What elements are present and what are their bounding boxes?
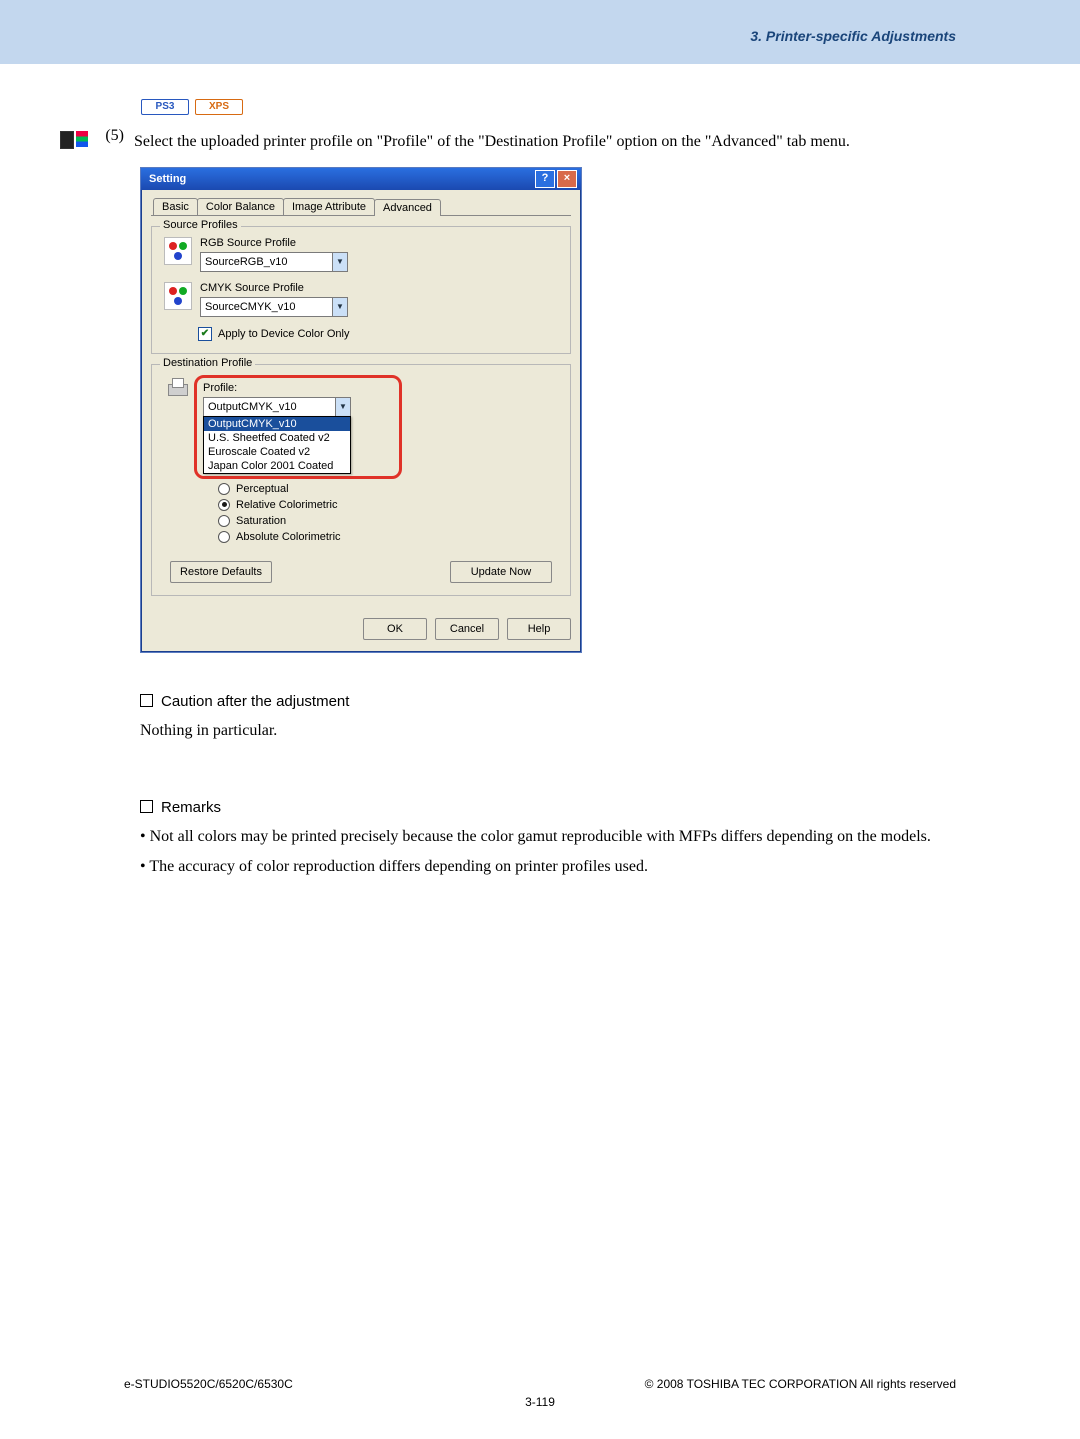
section-heading: 3. Printer-specific Adjustments [750, 28, 956, 44]
page-number: 3-119 [124, 1395, 956, 1409]
radio-label: Relative Colorimetric [236, 499, 337, 511]
tab-basic[interactable]: Basic [153, 198, 198, 215]
profile-combo-value: OutputCMYK_v10 [204, 401, 335, 413]
rgb-label: RGB Source Profile [200, 237, 348, 249]
highlight-callout: Profile: OutputCMYK_v10 ▼ OutputCMYK_v10… [194, 375, 402, 479]
radio-label: Saturation [236, 515, 286, 527]
apply-checkbox-label: Apply to Device Color Only [218, 328, 349, 340]
cmyk-label: CMYK Source Profile [200, 282, 348, 294]
help-icon[interactable]: ? [535, 170, 555, 188]
cmyk-combo-value: SourceCMYK_v10 [201, 301, 332, 313]
profile-label: Profile: [203, 382, 393, 394]
printer-icon [164, 375, 190, 401]
cmyk-source-combo[interactable]: SourceCMYK_v10 ▼ [200, 297, 348, 317]
radio-label: PerPerceptualceptual [236, 483, 289, 495]
restore-defaults-button[interactable]: Restore Defaults [170, 561, 272, 583]
page-color-icon [76, 131, 88, 147]
step-number: (5) [98, 127, 124, 145]
help-button[interactable]: Help [507, 618, 571, 640]
destination-profile-legend: Destination Profile [160, 357, 255, 369]
source-profiles-legend: Source Profiles [160, 219, 241, 231]
radio-label: Absolute Colorimetric [236, 531, 341, 543]
remarks-item: • Not all colors may be printed precisel… [140, 822, 1020, 852]
profile-option[interactable]: Euroscale Coated v2 [204, 445, 350, 459]
tab-color-balance[interactable]: Color Balance [197, 198, 284, 215]
cancel-button[interactable]: Cancel [435, 618, 499, 640]
profile-option[interactable]: OutputCMYK_v10 [204, 417, 350, 431]
badge-xps: XPS [195, 99, 243, 115]
profile-option[interactable]: Japan Color 2001 Coated [204, 459, 350, 473]
radio-perceptual[interactable] [218, 483, 230, 495]
cmyk-icon [164, 282, 192, 310]
tab-image-attribute[interactable]: Image Attribute [283, 198, 375, 215]
remarks-heading: Remarks [140, 799, 1020, 816]
badge-ps3: PS3 [141, 99, 189, 115]
chevron-down-icon[interactable]: ▼ [332, 253, 347, 271]
rgb-source-combo[interactable]: SourceRGB_v10 ▼ [200, 252, 348, 272]
footer-copyright: © 2008 TOSHIBA TEC CORPORATION All right… [645, 1377, 956, 1391]
remarks-item: • The accuracy of color reproduction dif… [140, 852, 1020, 882]
apply-checkbox[interactable]: ✔ [198, 327, 212, 341]
chevron-down-icon[interactable]: ▼ [332, 298, 347, 316]
ok-button[interactable]: OK [363, 618, 427, 640]
rgb-icon [164, 237, 192, 265]
caution-heading: Caution after the adjustment [140, 693, 1020, 710]
destination-profile-combo[interactable]: OutputCMYK_v10 ▼ [203, 397, 351, 417]
radio-relative[interactable] [218, 499, 230, 511]
update-now-button[interactable]: Update Now [450, 561, 552, 583]
caution-body: Nothing in particular. [140, 716, 1020, 746]
profile-option[interactable]: U.S. Sheetfed Coated v2 [204, 431, 350, 445]
tab-advanced[interactable]: Advanced [374, 199, 441, 216]
dialog-title: Setting [149, 173, 533, 185]
chevron-down-icon[interactable]: ▼ [335, 398, 350, 416]
radio-absolute[interactable] [218, 531, 230, 543]
page-icons [60, 131, 88, 149]
page-dark-icon [60, 131, 74, 149]
footer-model: e-STUDIO5520C/6520C/6530C [124, 1377, 293, 1391]
profile-dropdown-list[interactable]: OutputCMYK_v10 U.S. Sheetfed Coated v2 E… [203, 416, 351, 474]
step-text: Select the uploaded printer profile on "… [134, 127, 1020, 157]
setting-dialog: Setting ? × Basic Color Balance Image At… [140, 167, 582, 653]
source-profiles-group: Source Profiles RGB Source Profile Sourc… [151, 226, 571, 354]
rgb-combo-value: SourceRGB_v10 [201, 256, 332, 268]
close-icon[interactable]: × [557, 170, 577, 188]
tab-bar: Basic Color Balance Image Attribute Adva… [151, 198, 571, 216]
radio-saturation[interactable] [218, 515, 230, 527]
destination-profile-group: Destination Profile Profile: OutputCMYK_… [151, 364, 571, 596]
